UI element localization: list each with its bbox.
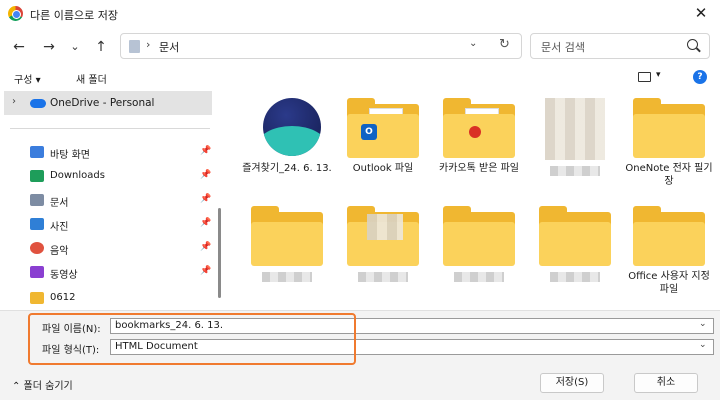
highlight-annotation <box>28 313 356 365</box>
file-item-label: OneNote 전자 필기장 <box>625 163 713 187</box>
blurred-label <box>358 272 408 282</box>
outlook-icon: O <box>361 124 377 140</box>
blurred-label <box>550 272 600 282</box>
pin-icon: 📌 <box>200 194 212 204</box>
documents-folder-icon <box>129 40 140 53</box>
pdf-icon <box>469 126 481 138</box>
navigation-scrollbar[interactable] <box>218 208 221 298</box>
sidebar-item-desktop[interactable]: 바탕 화면 📌 <box>30 142 220 164</box>
address-bar[interactable]: › 문서 ⌄ ↻ <box>120 33 522 59</box>
cancel-button[interactable]: 취소 <box>634 373 698 393</box>
file-item-folder[interactable] <box>434 206 524 282</box>
folder-icon <box>30 292 44 304</box>
view-options-dropdown[interactable]: ▾ <box>656 70 661 80</box>
chrome-app-icon <box>8 6 23 21</box>
file-item-folder[interactable] <box>530 206 620 282</box>
search-icon[interactable] <box>687 39 698 50</box>
file-item-blurred[interactable] <box>530 98 620 176</box>
file-item-kakaotalk-folder[interactable]: 카카오톡 받은 파일 <box>434 98 524 175</box>
whale-browser-icon <box>263 98 321 156</box>
title-bar: 다른 이름으로 저장 ✕ <box>0 0 720 28</box>
search-input[interactable]: 문서 검색 <box>541 39 585 55</box>
blurred-label <box>262 272 312 282</box>
folder-icon: O <box>347 98 419 158</box>
folder-icon <box>539 206 611 266</box>
pictures-icon <box>30 218 44 230</box>
help-icon[interactable]: ? <box>693 70 707 84</box>
sidebar-item-music[interactable]: 음악 📌 <box>30 238 220 260</box>
sidebar-item-label: OneDrive - Personal <box>50 97 155 109</box>
sidebar-item-documents[interactable]: 문서 📌 <box>30 190 220 212</box>
sidebar-item-label: 동영상 <box>50 270 78 281</box>
download-icon <box>30 170 44 182</box>
blurred-label <box>550 166 600 176</box>
back-button[interactable]: ← <box>8 36 30 58</box>
pin-icon: 📌 <box>200 218 212 228</box>
document-icon <box>30 194 44 206</box>
chevron-down-icon[interactable]: ⌄ <box>699 319 707 329</box>
organize-button[interactable]: 구성 ▾ <box>14 71 41 86</box>
sidebar-item-label: 문서 <box>50 198 69 209</box>
folder-icon <box>347 206 419 266</box>
new-folder-button[interactable]: 새 폴더 <box>76 71 107 86</box>
sidebar-item-label: 사진 <box>50 222 69 233</box>
sidebar-item-label: 0612 <box>50 292 76 303</box>
sidebar-item-downloads[interactable]: Downloads 📌 <box>30 166 220 188</box>
sidebar-item-videos[interactable]: 동영상 📌 <box>30 262 220 284</box>
refresh-icon[interactable]: ↻ <box>499 37 510 52</box>
pin-icon: 📌 <box>200 146 212 156</box>
sidebar-item-label: 음악 <box>50 246 69 257</box>
file-item-office-folder[interactable]: Office 사용자 지정 파일 <box>624 206 714 296</box>
chevron-right-icon[interactable]: › <box>12 96 16 107</box>
sidebar-item-label: Downloads <box>50 170 105 181</box>
up-button[interactable]: ↑ <box>90 36 112 58</box>
sidebar-item-0612[interactable]: 0612 <box>30 288 220 310</box>
desktop-icon <box>30 146 44 158</box>
file-item-folder[interactable] <box>242 206 332 282</box>
breadcrumb-documents[interactable]: 문서 <box>159 39 179 55</box>
file-item-onenote-folder[interactable]: OneNote 전자 필기장 <box>624 98 714 188</box>
folder-icon <box>633 206 705 266</box>
save-button[interactable]: 저장(S) <box>540 373 604 393</box>
folder-icon <box>443 206 515 266</box>
close-button[interactable]: ✕ <box>688 2 714 24</box>
sidebar-item-onedrive[interactable]: › OneDrive - Personal <box>4 91 212 115</box>
file-item-label: 카카오톡 받은 파일 <box>439 163 519 174</box>
view-options-icon[interactable] <box>638 72 651 82</box>
cloud-icon <box>30 99 46 108</box>
window-title: 다른 이름으로 저장 <box>30 9 118 22</box>
sidebar-item-pictures[interactable]: 사진 📌 <box>30 214 220 236</box>
blurred-thumbnail <box>545 98 605 160</box>
folder-icon <box>443 98 515 158</box>
divider <box>10 128 210 129</box>
pin-icon: 📌 <box>200 266 212 276</box>
sidebar-item-label: 바탕 화면 <box>50 150 90 161</box>
blurred-label <box>454 272 504 282</box>
folder-icon <box>633 98 705 158</box>
file-item-bookmarks[interactable]: 즐겨찾기_24. 6. 13. <box>242 98 332 175</box>
address-history-dropdown[interactable]: ⌄ <box>469 38 477 49</box>
file-item-folder[interactable] <box>338 206 428 282</box>
pin-icon: 📌 <box>200 170 212 180</box>
save-form: 파일 이름(N): bookmarks_24. 6. 13. ⌄ 파일 형식(T… <box>0 310 720 400</box>
pin-icon: 📌 <box>200 242 212 252</box>
folder-icon <box>251 206 323 266</box>
recent-locations-button[interactable]: ⌄ <box>64 36 86 58</box>
chevron-down-icon[interactable]: ⌄ <box>699 340 707 350</box>
breadcrumb-separator[interactable]: › <box>146 38 150 51</box>
music-icon <box>30 242 44 254</box>
file-item-label: Outlook 파일 <box>352 163 414 174</box>
file-list: 즐겨찾기_24. 6. 13. O Outlook 파일 카카오톡 받은 파일 … <box>228 88 720 310</box>
hide-folders-button[interactable]: ⌃ 폴더 숨기기 <box>12 377 73 392</box>
forward-button[interactable]: → <box>38 36 60 58</box>
file-item-outlook-folder[interactable]: O Outlook 파일 <box>338 98 428 175</box>
search-box[interactable]: 문서 검색 <box>530 33 710 59</box>
navigation-pane: › OneDrive - Personal 바탕 화면 📌 Downloads … <box>0 88 222 310</box>
file-item-label: Office 사용자 지정 파일 <box>628 271 710 295</box>
file-item-label: 즐겨찾기_24. 6. 13. <box>242 163 332 174</box>
video-icon <box>30 266 44 278</box>
